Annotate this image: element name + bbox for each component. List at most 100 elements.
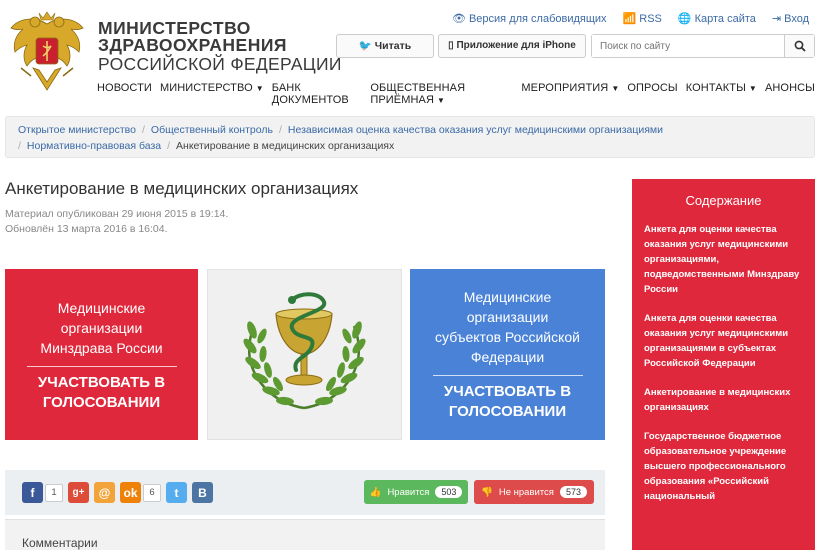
breadcrumb-link[interactable]: Открытое министерство bbox=[18, 124, 136, 136]
toc-item[interactable]: Анкета для оценки качества оказания услу… bbox=[644, 311, 803, 371]
sitemap-label: Карта сайта bbox=[694, 13, 756, 25]
nav-label: КОНТАКТЫ bbox=[685, 82, 746, 94]
medical-emblem-image bbox=[207, 269, 402, 440]
dislike-button[interactable]: 👎 Не нравится 573 bbox=[474, 480, 594, 504]
breadcrumb-row-2: / Нормативно-правовая база / Анкетирование … bbox=[18, 138, 802, 154]
toc-item[interactable]: Анкета для оценки качества оказания услу… bbox=[644, 222, 803, 297]
regional-orgs-tile[interactable]: Медицинские организации субъектов Россий… bbox=[410, 269, 605, 440]
table-of-contents: Содержание Анкета для оценки качества ок… bbox=[632, 179, 815, 550]
twitter-follow-button[interactable]: 🐦 Читать bbox=[336, 34, 434, 58]
tile-divider bbox=[26, 366, 177, 367]
nav-label: БАНК ДОКУМЕНТОВ bbox=[271, 82, 349, 106]
tile-line: Медицинские bbox=[463, 289, 552, 305]
published-date: Материал опубликован 29 июня 2015 в 19:1… bbox=[5, 208, 229, 220]
accessibility-link[interactable]: 👁 Версия для слабовидящих bbox=[452, 12, 607, 25]
accessibility-label: Версия для слабовидящих bbox=[468, 13, 607, 25]
nav-item-ministry[interactable]: МИНИСТЕРСТВО ▼ bbox=[160, 82, 264, 106]
social-share-bar: f 1 g+ @ ok 6 t B 👍 Нравится 503 👎 Не нр… bbox=[5, 470, 605, 515]
nav-item-news[interactable]: НОВОСТИ bbox=[97, 82, 152, 106]
toc-item[interactable]: Государственное бюджетное образовательно… bbox=[644, 429, 803, 504]
dislike-label: Не нравится bbox=[498, 486, 554, 498]
search-button[interactable] bbox=[784, 35, 814, 57]
toc-item[interactable]: Анкетирование в медицинских организациях bbox=[644, 385, 803, 415]
tile-line: Медицинские bbox=[57, 300, 146, 316]
breadcrumb: Открытое министерство / Общественный контр… bbox=[5, 116, 815, 158]
nav-item-announcements[interactable]: АНОНСЫ bbox=[765, 82, 815, 106]
tile-divider bbox=[432, 375, 583, 376]
rss-icon: 📶 bbox=[622, 13, 637, 25]
search-box bbox=[591, 34, 815, 58]
rss-label: RSS bbox=[639, 13, 662, 25]
caret-down-icon: ▼ bbox=[437, 96, 446, 105]
breadcrumb-separator: / bbox=[167, 140, 171, 152]
iphone-app-button[interactable]: ▯ Приложение для iPhone bbox=[438, 34, 586, 58]
top-links: 👁 Версия для слабовидящих 📶 RSS 🌐 Карта сай… bbox=[452, 12, 809, 25]
publication-meta: Материал опубликован 29 июня 2015 в 19:1… bbox=[5, 207, 228, 237]
nav-label: ОПРОСЫ bbox=[627, 82, 678, 94]
like-button[interactable]: 👍 Нравится 503 bbox=[364, 480, 468, 504]
breadcrumb-separator: / bbox=[141, 124, 145, 136]
thumbs-up-icon: 👍 bbox=[369, 486, 382, 498]
vkontakte-icon[interactable]: B bbox=[192, 482, 213, 503]
globe-icon: 🌐 bbox=[677, 13, 692, 25]
caret-down-icon: ▼ bbox=[748, 84, 757, 93]
nav-label: ОБЩЕСТВЕННАЯ ПРИЁМНАЯ bbox=[370, 82, 466, 106]
like-count: 503 bbox=[435, 486, 463, 498]
ministry-name[interactable]: МИНИСТЕРСТВО ЗДРАВООХРАНЕНИЯ РОССИЙСКОЙ … bbox=[98, 19, 342, 74]
odnoklassniki-icon[interactable]: ok bbox=[120, 482, 141, 503]
phone-icon: ▯ bbox=[448, 40, 454, 51]
thumbs-down-icon: 👎 bbox=[481, 486, 493, 498]
nav-item-reception[interactable]: ОБЩЕСТВЕННАЯ ПРИЁМНАЯ ▼ bbox=[370, 82, 513, 106]
minzdrav-orgs-tile[interactable]: Медицинские организации Минздрава России… bbox=[5, 269, 198, 440]
vote-cta: ГОЛОСОВАНИИ bbox=[448, 403, 567, 420]
nav-label: НОВОСТИ bbox=[97, 82, 152, 94]
tile-line: организации bbox=[60, 320, 143, 336]
facebook-icon[interactable]: f bbox=[22, 482, 43, 503]
vote-cta: ГОЛОСОВАНИИ bbox=[42, 394, 161, 411]
facebook-share-count: 1 bbox=[45, 483, 63, 502]
bowl-of-hygieia-icon bbox=[243, 292, 366, 410]
toc-heading: Содержание bbox=[685, 193, 762, 208]
login-label: Вход bbox=[784, 13, 809, 25]
nav-item-contacts[interactable]: КОНТАКТЫ ▼ bbox=[686, 82, 757, 106]
sitemap-link[interactable]: 🌐 Карта сайта bbox=[678, 12, 756, 25]
login-icon: ⇥ bbox=[771, 13, 782, 25]
dislike-count: 573 bbox=[559, 486, 587, 498]
nav-label: АНОНСЫ bbox=[764, 82, 815, 94]
breadcrumb-link[interactable]: Общественный контроль bbox=[151, 124, 273, 136]
breadcrumb-link[interactable]: Нормативно-правовая база bbox=[27, 140, 161, 152]
site-header: МИНИСТЕРСТВО ЗДРАВООХРАНЕНИЯ РОССИЙСКОЙ … bbox=[0, 0, 815, 118]
rss-link[interactable]: 📶 RSS bbox=[623, 12, 662, 25]
breadcrumb-link[interactable]: Независимая оценка качества оказания усл… bbox=[288, 124, 663, 136]
breadcrumb-current: Анкетирование в медицинских организациях bbox=[176, 140, 395, 152]
twitter-button-label: Читать bbox=[374, 40, 412, 52]
google-plus-icon[interactable]: g+ bbox=[68, 482, 89, 503]
brand-line-2: ЗДРАВООХРАНЕНИЯ bbox=[98, 35, 288, 55]
glasses-icon: 👁 bbox=[452, 13, 466, 25]
mailru-icon[interactable]: @ bbox=[94, 482, 115, 503]
breadcrumb-row-1: Открытое министерство / Общественный контр… bbox=[18, 122, 802, 138]
nav-item-polls[interactable]: ОПРОСЫ bbox=[627, 82, 677, 106]
brand-line-3: РОССИЙСКОЙ ФЕДЕРАЦИИ bbox=[98, 54, 342, 74]
login-link[interactable]: ⇥ Вход bbox=[772, 12, 809, 25]
tile-line: Федерации bbox=[470, 349, 545, 365]
tile-line: Минздрава России bbox=[40, 340, 163, 356]
twitter-icon: 🐦 bbox=[358, 40, 372, 52]
caret-down-icon: ▼ bbox=[611, 84, 620, 93]
search-icon bbox=[794, 40, 806, 52]
comments-section-title: Комментарии bbox=[5, 519, 605, 550]
breadcrumb-separator: / bbox=[18, 140, 21, 152]
twitter-icon[interactable]: t bbox=[166, 482, 187, 503]
nav-item-events[interactable]: МЕРОПРИЯТИЯ ▼ bbox=[521, 82, 619, 106]
nav-label: МИНИСТЕРСТВО bbox=[159, 82, 253, 94]
search-input[interactable] bbox=[592, 35, 784, 57]
iphone-button-label: Приложение для iPhone bbox=[456, 40, 576, 51]
page-title: Анкетирование в медицинских организациях bbox=[5, 179, 359, 198]
nav-item-documents[interactable]: БАНК ДОКУМЕНТОВ bbox=[272, 82, 363, 106]
updated-date: Обновлён 13 марта 2016 в 16:04. bbox=[5, 223, 168, 235]
tile-line: субъектов Российской bbox=[435, 329, 580, 345]
coat-of-arms-logo[interactable] bbox=[5, 8, 89, 94]
caret-down-icon: ▼ bbox=[255, 84, 264, 93]
breadcrumb-separator: / bbox=[278, 124, 282, 136]
odnoklassniki-share-count: 6 bbox=[143, 483, 161, 502]
